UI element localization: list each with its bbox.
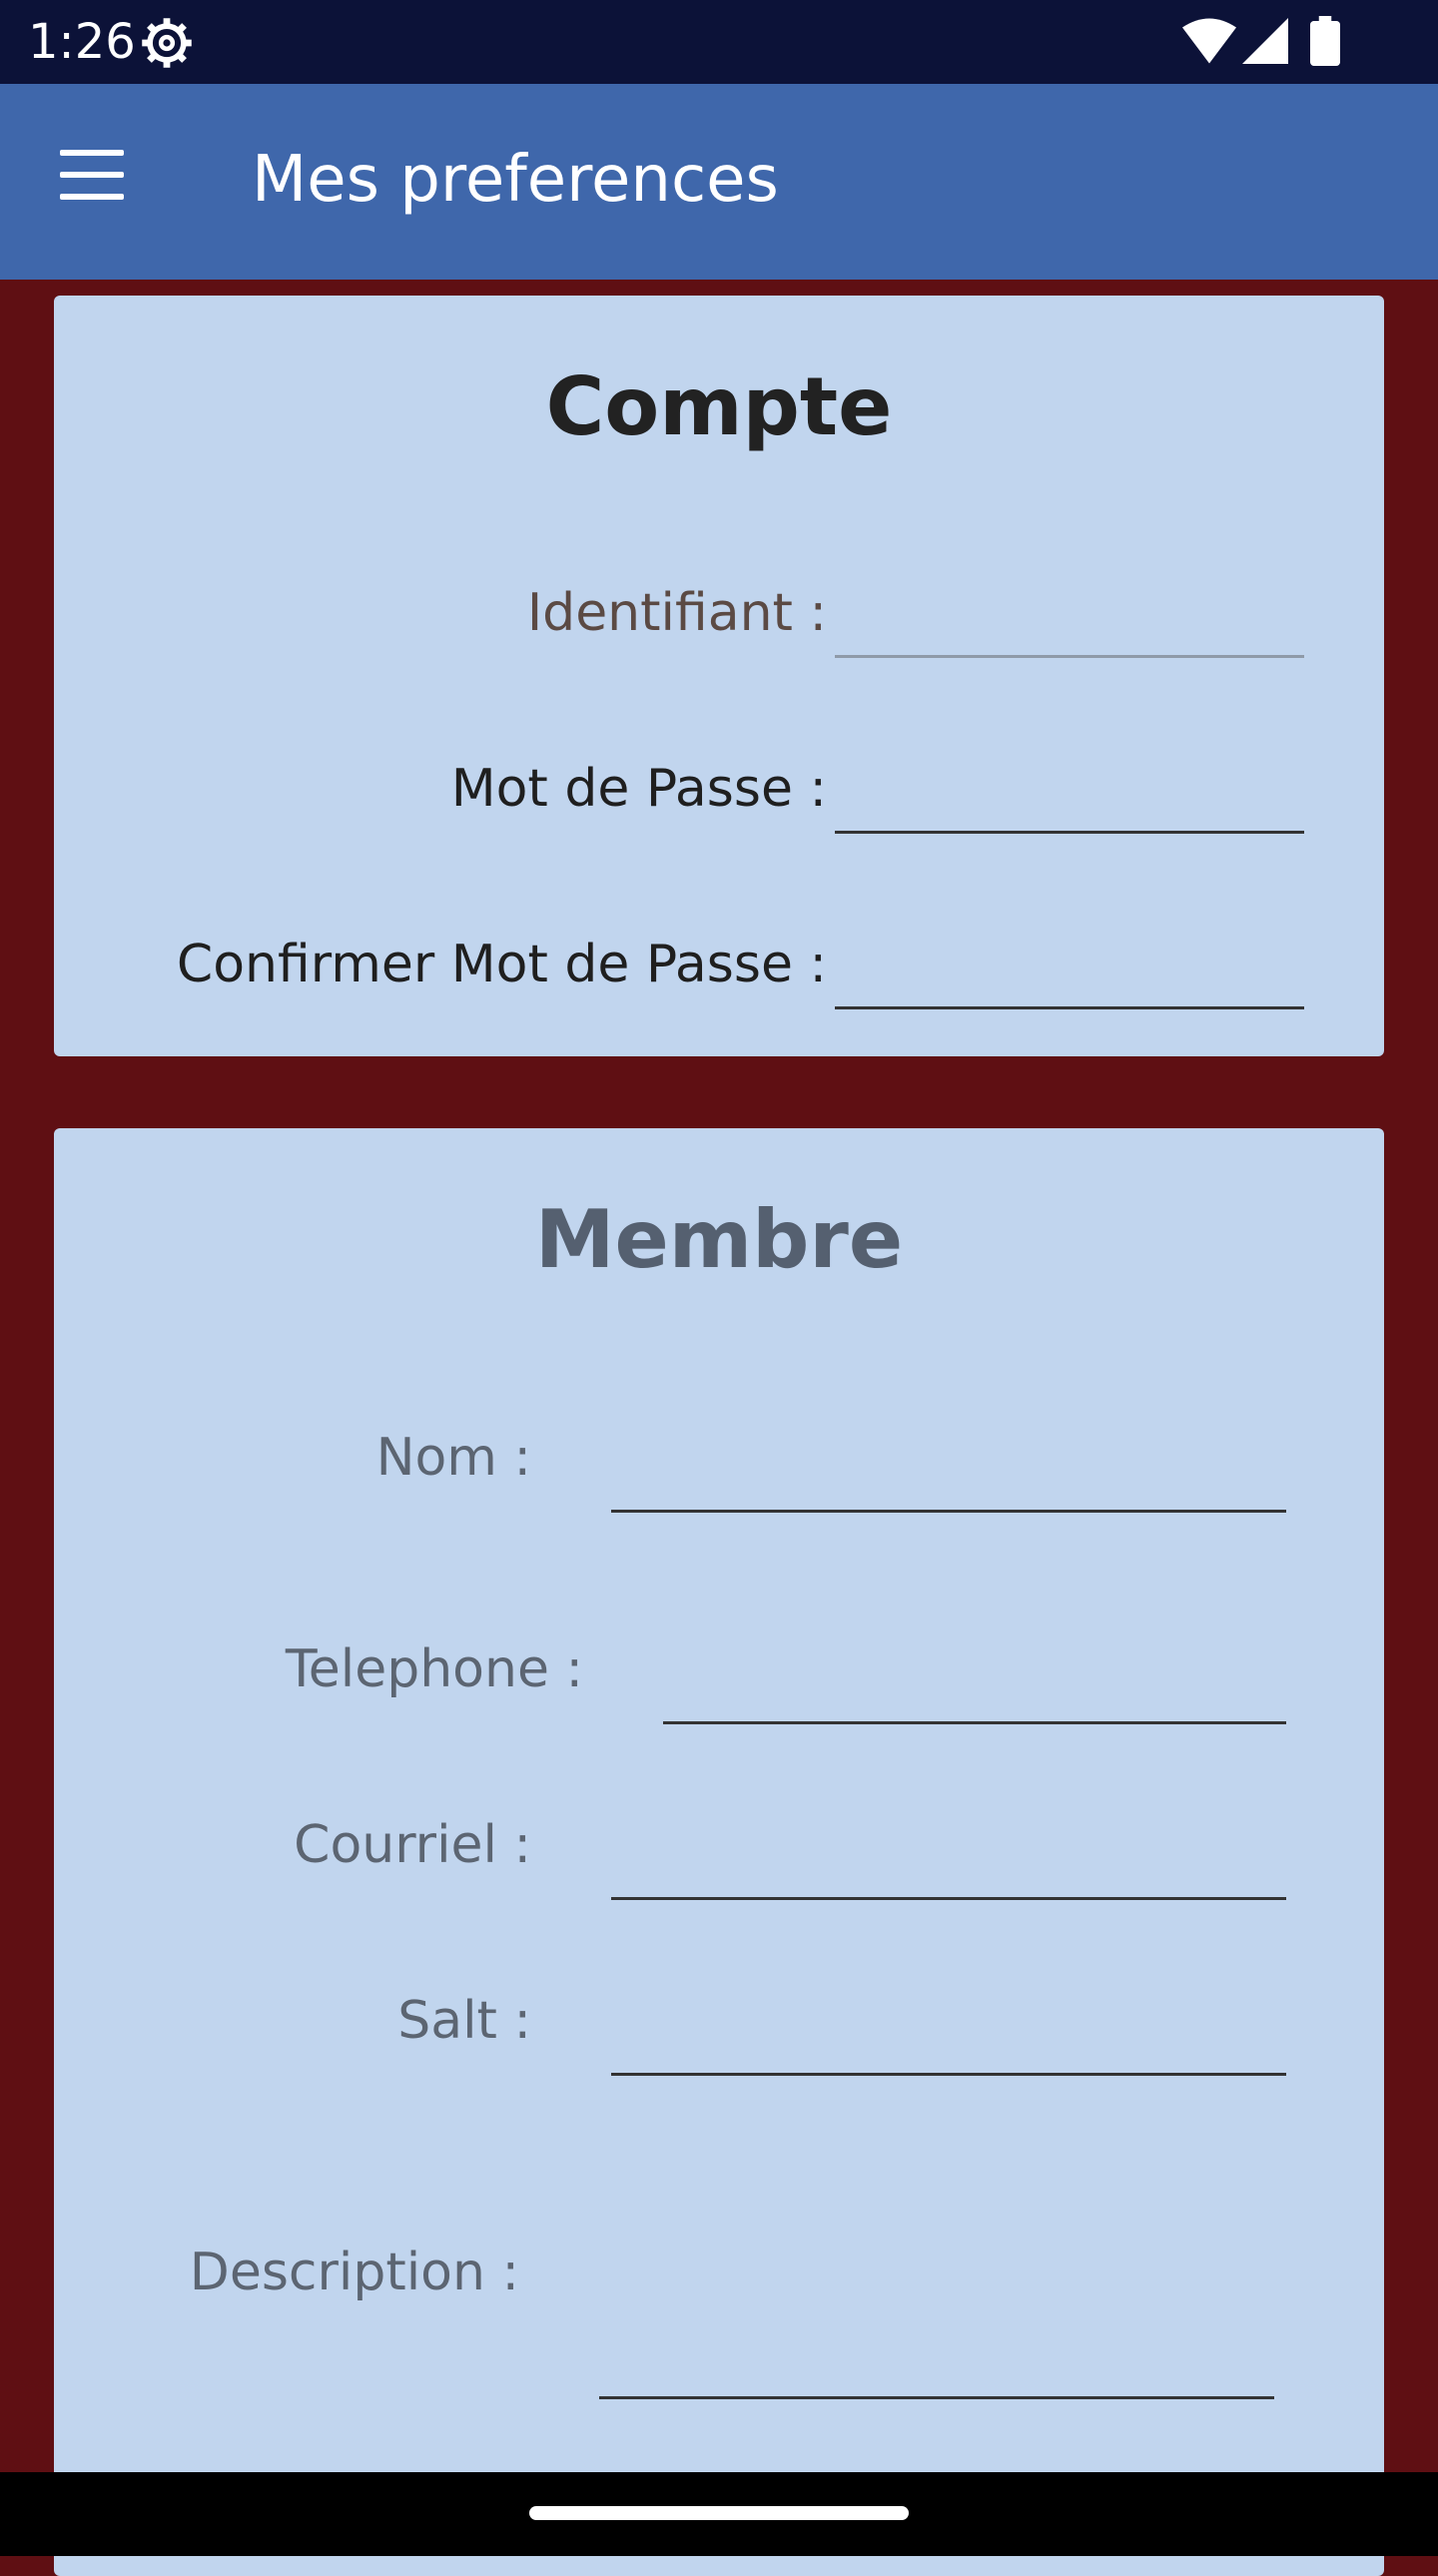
- mot-de-passe-label: Mot de Passe :: [450, 759, 827, 819]
- telephone-field[interactable]: [663, 1669, 1286, 1724]
- mot-de-passe-field[interactable]: [835, 779, 1304, 834]
- status-time: 1:26: [28, 14, 136, 70]
- telephone-label: Telephone :: [285, 1639, 583, 1699]
- confirmer-mot-de-passe-label: Confirmer Mot de Passe :: [176, 935, 827, 994]
- compte-title: Compte: [545, 360, 893, 453]
- cell-signal-icon: [1242, 18, 1288, 64]
- membre-title: Membre: [534, 1193, 904, 1286]
- nom-label: Nom :: [375, 1428, 531, 1488]
- settings-gear-icon: [142, 18, 192, 68]
- description-field[interactable]: [599, 2344, 1274, 2399]
- description-label: Description :: [189, 2243, 519, 2302]
- nom-field[interactable]: [611, 1458, 1286, 1513]
- membre-card: Membre Nom : Telephone : Courriel : Salt…: [54, 1128, 1384, 2576]
- salt-field[interactable]: [611, 2021, 1286, 2076]
- battery-icon: [1310, 16, 1340, 66]
- courriel-label: Courriel :: [294, 1815, 531, 1875]
- page-title: Mes preferences: [252, 143, 779, 217]
- hamburger-menu-icon[interactable]: [60, 150, 132, 210]
- salt-label: Salt :: [397, 1991, 531, 2051]
- courriel-field[interactable]: [611, 1845, 1286, 1900]
- identifiant-label: Identifiant :: [526, 583, 827, 643]
- confirmer-mot-de-passe-field[interactable]: [835, 955, 1304, 1009]
- status-bar: 1:26: [0, 0, 1438, 84]
- compte-card: Compte Identifiant : Mot de Passe : Conf…: [54, 296, 1384, 1056]
- home-gesture-handle[interactable]: [529, 2506, 909, 2520]
- identifiant-field[interactable]: [835, 603, 1304, 658]
- wifi-icon: [1182, 18, 1236, 64]
- app-bar: Mes preferences: [0, 84, 1438, 280]
